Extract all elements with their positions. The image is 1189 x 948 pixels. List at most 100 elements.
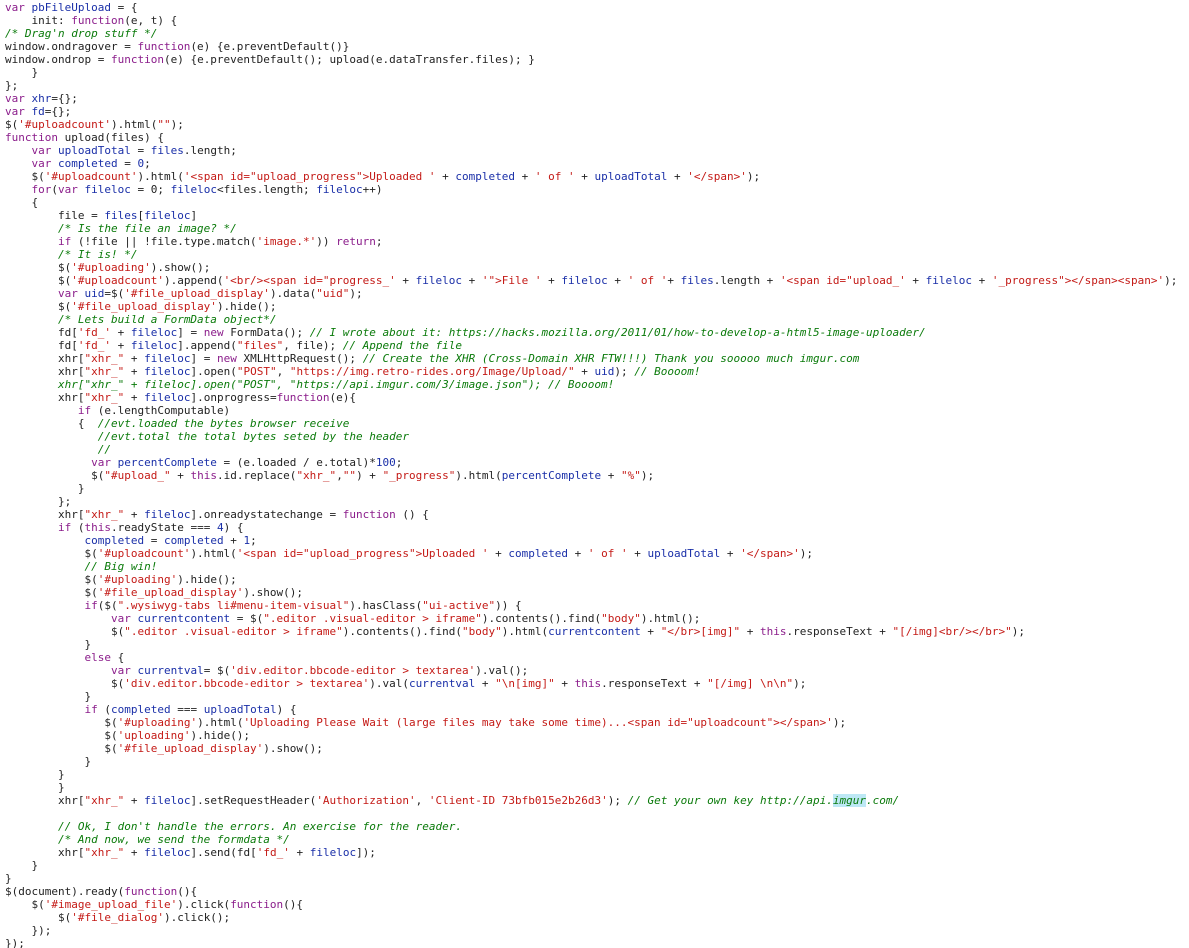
code-token: + bbox=[124, 507, 145, 521]
code-token: ); bbox=[640, 468, 655, 482]
code-token: $( bbox=[5, 624, 125, 638]
code-token: ) + bbox=[356, 468, 383, 482]
code-token: ($( bbox=[97, 598, 118, 612]
code-token: ] = bbox=[177, 325, 204, 339]
code-line: fd['fd_' + fileloc] = new FormData(); //… bbox=[5, 326, 926, 339]
code-token: ].setRequestHeader( bbox=[190, 793, 317, 807]
code-token: uploadTotal bbox=[58, 143, 131, 157]
code-token: uid bbox=[594, 364, 615, 378]
code-token: /* It is! */ bbox=[57, 247, 138, 261]
code-token: fileloc bbox=[130, 325, 178, 339]
code-token: ].onreadystatechange = bbox=[190, 507, 343, 521]
code-token: uploadTotal bbox=[594, 169, 668, 183]
code-token: ; bbox=[250, 533, 257, 547]
code-token: ); bbox=[1164, 273, 1178, 287]
code-token: currentcontent bbox=[137, 611, 231, 625]
code-token: $( bbox=[5, 715, 118, 729]
code-token: "xhr_" bbox=[84, 390, 125, 404]
code-token: )) bbox=[316, 234, 337, 248]
code-token: completed bbox=[455, 169, 515, 183]
code-line: xhr["xhr_" + fileloc].onreadystatechange… bbox=[5, 508, 429, 521]
code-token: '#uploadcount' bbox=[97, 546, 191, 560]
code-line: var uploadTotal = files.length; bbox=[5, 144, 237, 157]
code-token: for bbox=[31, 182, 52, 196]
code-token: var bbox=[58, 182, 78, 196]
code-token: 'Uploading Please Wait (large files may … bbox=[243, 715, 833, 729]
code-line: if (e.lengthComputable) bbox=[5, 404, 230, 417]
code-token: fileloc bbox=[415, 273, 462, 287]
code-token: '#uploading' bbox=[97, 572, 178, 586]
code-token: completed bbox=[110, 702, 171, 716]
code-token: <files.length; bbox=[216, 182, 317, 196]
code-line: xhr["xhr_" + fileloc].send(fd['fd_' + fi… bbox=[5, 846, 376, 859]
code-line: }); bbox=[5, 924, 51, 937]
code-token: init: bbox=[5, 13, 72, 27]
code-token: fileloc bbox=[316, 182, 363, 196]
code-token: + bbox=[567, 546, 588, 560]
code-token: '<br/><span id="progress_' bbox=[223, 273, 396, 287]
code-token: // Append the file bbox=[342, 338, 463, 352]
code-token: ) { bbox=[223, 520, 244, 534]
code-line: var fd={}; bbox=[5, 105, 71, 118]
code-token: fileloc bbox=[144, 793, 191, 807]
code-token: "xhr_" bbox=[296, 468, 337, 482]
code-token: ={}; bbox=[51, 91, 78, 105]
code-token: $( bbox=[5, 910, 72, 924]
code-token: = bbox=[144, 533, 164, 547]
code-token: + bbox=[667, 169, 688, 183]
code-token: "body" bbox=[601, 611, 641, 625]
code-token: '">File ' bbox=[481, 273, 542, 287]
code-token: ).hasClass( bbox=[349, 598, 423, 612]
code-token: ).html( bbox=[137, 169, 184, 183]
code-token: (e, t) { bbox=[124, 13, 178, 27]
code-token: new bbox=[216, 351, 237, 365]
code-line: var completed = 0; bbox=[5, 157, 151, 170]
code-token: $( bbox=[5, 468, 105, 482]
code-token: "xhr_" bbox=[84, 364, 125, 378]
code-token: + bbox=[475, 676, 496, 690]
code-token: + bbox=[170, 468, 191, 482]
code-token: } bbox=[5, 754, 92, 768]
code-token: fileloc bbox=[309, 845, 357, 859]
code-line: window.ondrop = function(e) {e.preventDe… bbox=[5, 53, 535, 66]
code-token: = bbox=[130, 143, 151, 157]
code-token: ).show(); bbox=[150, 260, 211, 274]
code-line: $('#file_upload_display').show(); bbox=[5, 586, 303, 599]
code-line: } bbox=[5, 859, 38, 872]
code-token: percentComplete bbox=[117, 455, 217, 469]
code-token: completed bbox=[84, 533, 145, 547]
code-token: + bbox=[124, 364, 145, 378]
code-token: $( bbox=[5, 585, 98, 599]
code-token: if bbox=[84, 702, 98, 716]
code-token: + bbox=[601, 468, 621, 482]
code-token: + bbox=[905, 273, 926, 287]
code-line: //evt.total the total bytes seted by the… bbox=[5, 430, 409, 443]
code-line: $(document).ready(function(){ bbox=[5, 885, 197, 898]
code-token: $( bbox=[5, 676, 125, 690]
code-token: fileloc bbox=[925, 273, 973, 287]
code-token: ).contents().find( bbox=[342, 624, 462, 638]
code-token: ' of ' bbox=[534, 169, 575, 183]
code-token: + bbox=[574, 169, 595, 183]
code-token: // I wrote about it: https://hacks.mozil… bbox=[309, 325, 926, 339]
code-editor[interactable]: var pbFileUpload = { init: function(e, t… bbox=[0, 0, 1189, 948]
code-line: }); bbox=[5, 937, 25, 948]
code-token: this bbox=[574, 676, 602, 690]
code-token: fd[ bbox=[5, 325, 78, 339]
code-line: /* And now, we send the formdata */ bbox=[5, 833, 290, 846]
code-token: var bbox=[5, 0, 25, 14]
code-token: + bbox=[110, 338, 131, 352]
code-token: ].send(fd[ bbox=[190, 845, 257, 859]
code-token: + bbox=[640, 624, 661, 638]
code-token: "</br>[img]" bbox=[660, 624, 741, 638]
